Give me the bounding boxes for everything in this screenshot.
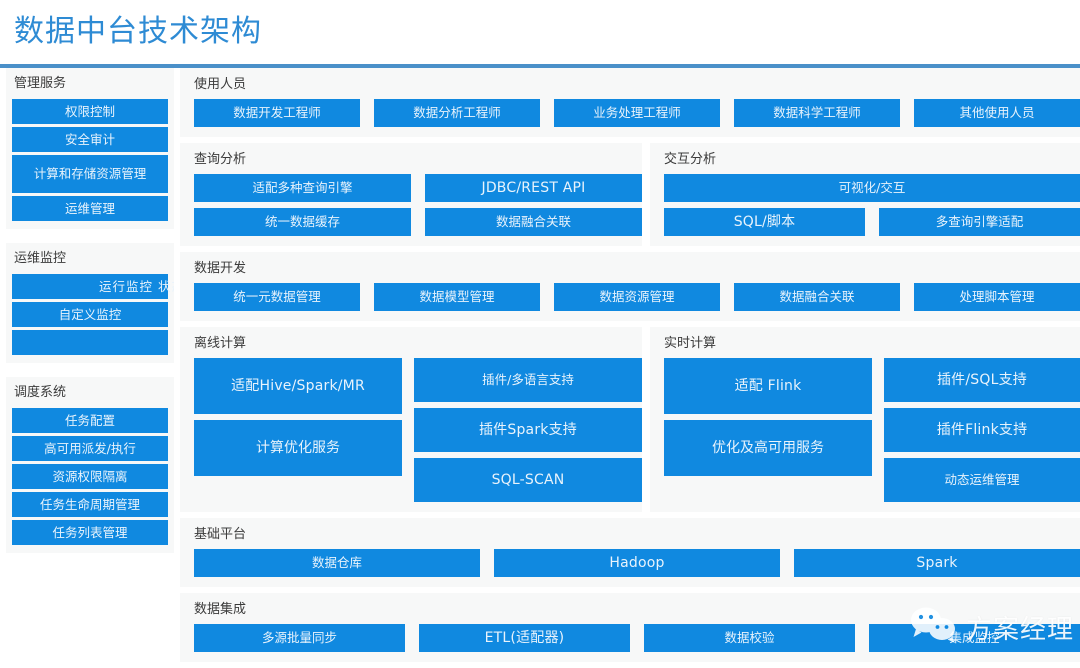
- bar-data-validation[interactable]: 数据校验: [644, 624, 855, 652]
- bar-multi-query-engine-adaptation[interactable]: 适配多种查询引擎: [194, 174, 411, 202]
- sidebar-item-resource-permission-isolation[interactable]: 资源权限隔离: [12, 464, 168, 489]
- bar-plugin-sql-support[interactable]: 插件/SQL支持: [884, 358, 1080, 402]
- bar-data-resource-management[interactable]: 数据资源管理: [554, 283, 720, 311]
- sidebar-item-compute-storage-resource-management[interactable]: 计算和存储资源管理: [12, 155, 168, 193]
- bar-business-processing-engineer[interactable]: 业务处理工程师: [554, 99, 720, 127]
- bar-optimization-ha-service[interactable]: 优化及高可用服务: [664, 420, 872, 476]
- panel-title-data-integration: 数据集成: [194, 602, 247, 617]
- sidebar-item-permission-control[interactable]: 权限控制: [12, 99, 168, 124]
- sidebar-section-title: 运维监控: [14, 251, 67, 266]
- bar-compute-optimization-service[interactable]: 计算优化服务: [194, 420, 402, 476]
- offline-compute-right-column: 插件/多语言支持 插件Spark支持 SQL-SCAN: [414, 358, 642, 502]
- bar-data-development-engineer[interactable]: 数据开发工程师: [194, 99, 360, 127]
- sidebar-item-ha-dispatch-execution[interactable]: 高可用派发/执行: [12, 436, 168, 461]
- bar-data-fusion-association[interactable]: 数据融合关联: [425, 208, 642, 236]
- bar-processing-script-management[interactable]: 处理脚本管理: [914, 283, 1080, 311]
- panel-base-platform: 基础平台 数据仓库 Hadoop Spark: [180, 518, 1080, 587]
- bar-multi-query-engine-adapter[interactable]: 多查询引擎适配: [879, 208, 1080, 236]
- panel-title-offline-compute: 离线计算: [194, 336, 247, 351]
- sidebar-item-blank[interactable]: [12, 330, 168, 355]
- offline-compute-columns: 适配Hive/Spark/MR 计算优化服务 插件/多语言支持 插件Spark支…: [194, 358, 642, 502]
- sidebar-item-task-list-management[interactable]: 任务列表管理: [12, 520, 168, 545]
- sidebar-item-runtime-status-monitoring[interactable]: 运行监控 状态监测: [12, 274, 174, 299]
- sidebar-section-scheduling-system: 调度系统 任务配置 高可用派发/执行 资源权限隔离 任务生命周期管理 任务列表管…: [6, 377, 174, 553]
- bar-jdbc-rest-api[interactable]: JDBC/REST API: [425, 174, 642, 202]
- realtime-compute-left-column: 适配 Flink 优化及高可用服务: [664, 358, 872, 502]
- bar-data-science-engineer[interactable]: 数据科学工程师: [734, 99, 900, 127]
- bar-data-analysis-engineer[interactable]: 数据分析工程师: [374, 99, 540, 127]
- bar-adapt-flink[interactable]: 适配 Flink: [664, 358, 872, 414]
- bar-integration-monitoring[interactable]: 集成监控: [869, 624, 1080, 652]
- panel-users: 使用人员 数据开发工程师 数据分析工程师 业务处理工程师 数据科学工程师 其他使…: [180, 68, 1080, 137]
- panel-title-data-development: 数据开发: [194, 261, 247, 276]
- bar-plugin-flink-support[interactable]: 插件Flink支持: [884, 408, 1080, 452]
- sidebar-item-operations-management[interactable]: 运维管理: [12, 196, 168, 221]
- panel-interactive-analysis: 交互分析 可视化/交互 SQL/脚本 多查询引擎适配: [650, 143, 1080, 246]
- page-body: 管理服务 权限控制 安全审计 计算和存储资源管理 运维管理 运维监控 运行监控 …: [0, 68, 1080, 666]
- data-integration-row: 多源批量同步 ETL(适配器) 数据校验 集成监控: [194, 624, 1080, 652]
- bar-sql-script[interactable]: SQL/脚本: [664, 208, 865, 236]
- query-analysis-row-1: 适配多种查询引擎 JDBC/REST API: [194, 174, 642, 202]
- panel-title-base-platform: 基础平台: [194, 527, 247, 542]
- split-offline-realtime: 离线计算 适配Hive/Spark/MR 计算优化服务 插件/多语言支持 插件S…: [180, 327, 1080, 512]
- panel-query-analysis: 查询分析 适配多种查询引擎 JDBC/REST API 统一数据缓存 数据融合关…: [180, 143, 642, 246]
- bar-adapt-hive-spark-mr[interactable]: 适配Hive/Spark/MR: [194, 358, 402, 414]
- interactive-analysis-row-1: 可视化/交互: [664, 174, 1080, 202]
- sidebar-section-management-services: 管理服务 权限控制 安全审计 计算和存储资源管理 运维管理: [6, 68, 174, 229]
- panel-title-realtime-compute: 实时计算: [664, 336, 717, 351]
- bar-data-model-management[interactable]: 数据模型管理: [374, 283, 540, 311]
- panel-offline-compute: 离线计算 适配Hive/Spark/MR 计算优化服务 插件/多语言支持 插件S…: [180, 327, 642, 512]
- panel-title-query-analysis: 查询分析: [194, 152, 247, 167]
- query-analysis-row-2: 统一数据缓存 数据融合关联: [194, 208, 642, 236]
- bar-etl-adapter[interactable]: ETL(适配器): [419, 624, 630, 652]
- bar-data-warehouse[interactable]: 数据仓库: [194, 549, 480, 577]
- sidebar-section-ops-monitoring: 运维监控 运行监控 状态监测 自定义监控: [6, 243, 174, 363]
- bar-dynamic-ops-management[interactable]: 动态运维管理: [884, 458, 1080, 502]
- bar-sql-scan[interactable]: SQL-SCAN: [414, 458, 642, 502]
- sidebar-item-custom-monitoring[interactable]: 自定义监控: [12, 302, 168, 327]
- split-query-interactive: 查询分析 适配多种查询引擎 JDBC/REST API 统一数据缓存 数据融合关…: [180, 143, 1080, 246]
- bar-plugin-multilang-support[interactable]: 插件/多语言支持: [414, 358, 642, 402]
- bar-spark[interactable]: Spark: [794, 549, 1080, 577]
- sidebar-item-label: 运行监控 状态监测: [99, 279, 174, 294]
- base-platform-row: 数据仓库 Hadoop Spark: [194, 549, 1080, 577]
- sidebar-section-title: 调度系统: [14, 385, 67, 400]
- offline-compute-left-column: 适配Hive/Spark/MR 计算优化服务: [194, 358, 402, 502]
- realtime-compute-columns: 适配 Flink 优化及高可用服务 插件/SQL支持 插件Flink支持 动态运…: [664, 358, 1080, 502]
- main-content: 使用人员 数据开发工程师 数据分析工程师 业务处理工程师 数据科学工程师 其他使…: [180, 68, 1080, 668]
- sidebar-item-security-audit[interactable]: 安全审计: [12, 127, 168, 152]
- realtime-compute-right-column: 插件/SQL支持 插件Flink支持 动态运维管理: [884, 358, 1080, 502]
- sidebar-section-title: 管理服务: [14, 76, 67, 91]
- bar-unified-data-cache[interactable]: 统一数据缓存: [194, 208, 411, 236]
- page-title: 数据中台技术架构: [14, 14, 262, 49]
- sidebar-item-task-configuration[interactable]: 任务配置: [12, 408, 168, 433]
- data-development-row: 统一元数据管理 数据模型管理 数据资源管理 数据融合关联 处理脚本管理: [194, 283, 1080, 311]
- interactive-analysis-row-2: SQL/脚本 多查询引擎适配: [664, 208, 1080, 236]
- panel-data-development: 数据开发 统一元数据管理 数据模型管理 数据资源管理 数据融合关联 处理脚本管理: [180, 252, 1080, 321]
- bar-plugin-spark-support[interactable]: 插件Spark支持: [414, 408, 642, 452]
- bar-unified-metadata-management[interactable]: 统一元数据管理: [194, 283, 360, 311]
- bar-hadoop[interactable]: Hadoop: [494, 549, 780, 577]
- sidebar: 管理服务 权限控制 安全审计 计算和存储资源管理 运维管理 运维监控 运行监控 …: [0, 68, 180, 567]
- panel-title-users: 使用人员: [194, 77, 247, 92]
- bar-multisource-batch-sync[interactable]: 多源批量同步: [194, 624, 405, 652]
- bar-other-users[interactable]: 其他使用人员: [914, 99, 1080, 127]
- panel-realtime-compute: 实时计算 适配 Flink 优化及高可用服务 插件/SQL支持 插件Flink支…: [650, 327, 1080, 512]
- panel-title-interactive-analysis: 交互分析: [664, 152, 717, 167]
- page-header: 数据中台技术架构: [0, 0, 1080, 68]
- sidebar-item-task-lifecycle-management[interactable]: 任务生命周期管理: [12, 492, 168, 517]
- bar-data-fusion-association-dev[interactable]: 数据融合关联: [734, 283, 900, 311]
- users-row: 数据开发工程师 数据分析工程师 业务处理工程师 数据科学工程师 其他使用人员: [194, 99, 1080, 127]
- bar-visualization-interaction[interactable]: 可视化/交互: [664, 174, 1080, 202]
- panel-data-integration: 数据集成 多源批量同步 ETL(适配器) 数据校验 集成监控: [180, 593, 1080, 662]
